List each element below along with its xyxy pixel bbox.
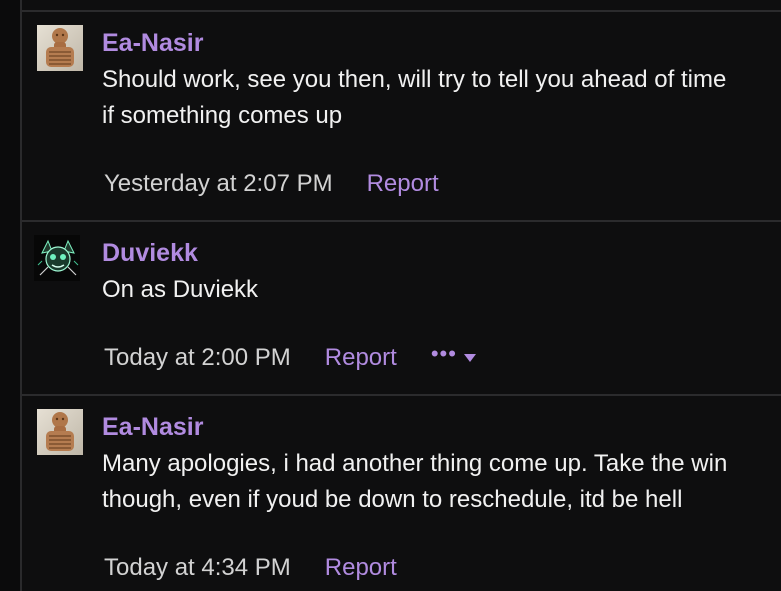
post-body-line: though, even if youd be down to reschedu… xyxy=(102,486,683,513)
post-timestamp[interactable]: Yesterday at 2:07 PM xyxy=(104,170,333,198)
clay-statue-avatar-icon[interactable] xyxy=(37,25,83,71)
post-item: Ea-Nasir Many apologies, i had another t… xyxy=(22,396,781,591)
post-author[interactable]: Duviekk xyxy=(102,238,198,268)
report-link[interactable]: Report xyxy=(325,554,397,582)
post-author[interactable]: Ea-Nasir xyxy=(102,412,203,442)
post-timestamp[interactable]: Today at 2:00 PM xyxy=(104,344,291,372)
thread-posts: Ea-Nasir Should work, see you then, will… xyxy=(22,0,781,591)
clay-statue-avatar-icon[interactable] xyxy=(37,409,83,455)
post-item: Ea-Nasir Should work, see you then, will… xyxy=(22,12,781,220)
more-actions-button[interactable]: ••• xyxy=(431,343,477,365)
left-gutter xyxy=(0,0,22,591)
post-body-line: On as Duviekk xyxy=(102,276,259,303)
post-author[interactable]: Ea-Nasir xyxy=(102,28,203,58)
post-meta: Yesterday at 2:07 PM Report xyxy=(104,168,439,200)
report-link[interactable]: Report xyxy=(325,344,397,372)
post-meta: Today at 4:34 PM Report xyxy=(104,552,397,584)
post-timestamp[interactable]: Today at 4:34 PM xyxy=(104,554,291,582)
report-link[interactable]: Report xyxy=(367,170,439,198)
green-creature-avatar-icon[interactable] xyxy=(34,235,80,281)
post-body-line: if something comes up xyxy=(102,102,343,129)
chevron-down-icon xyxy=(463,354,476,362)
post-body-line: Many apologies, i had another thing come… xyxy=(102,450,728,477)
post-body-line: Should work, see you then, will try to t… xyxy=(102,66,727,93)
forum-thread-page: Ea-Nasir Should work, see you then, will… xyxy=(0,0,781,591)
post-meta: Today at 2:00 PM Report ••• xyxy=(104,342,477,374)
more-dots-icon: ••• xyxy=(430,341,457,366)
post-item: Duviekk On as Duviekk Today at 2:00 PM R… xyxy=(22,222,781,394)
